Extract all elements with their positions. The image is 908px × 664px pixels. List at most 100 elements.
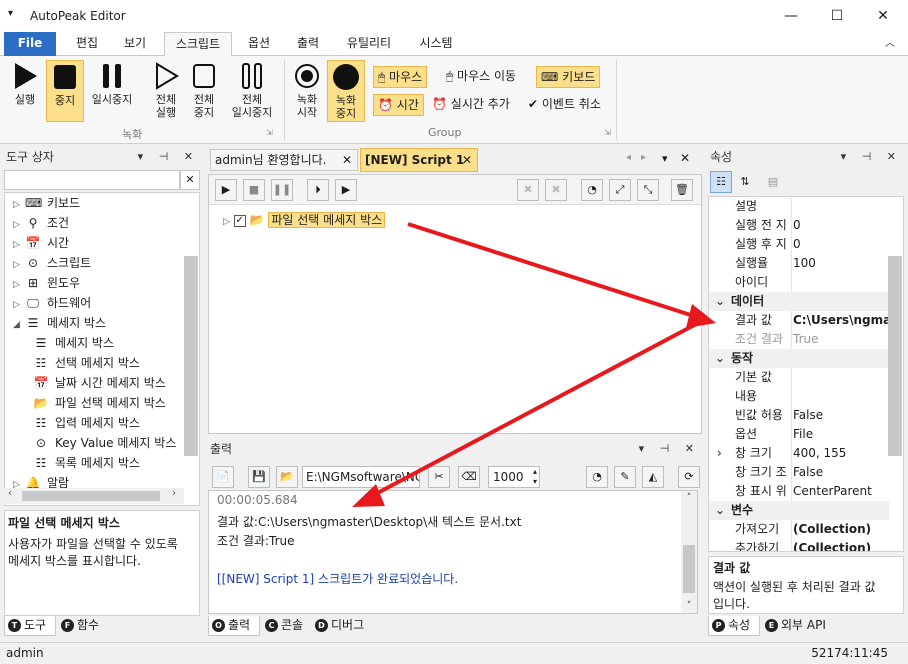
category-collapse-icon[interactable]: ⌄	[709, 292, 731, 311]
toolbox-scrollbar-thumb[interactable]	[184, 256, 198, 456]
output-open-icon[interactable]: 📂	[276, 466, 298, 488]
property-row[interactable]: 실행 후 지 0	[709, 235, 889, 254]
property-row[interactable]: 기본 값	[709, 368, 889, 387]
toolbox-item[interactable]: ▷ ⊙ 스크립트	[13, 253, 91, 273]
run-all-button[interactable]: 전체 실행	[148, 60, 184, 122]
toolbox-item[interactable]: ☷ 입력 메세지 박스	[33, 413, 140, 433]
collapse-ribbon-icon[interactable]: ︿	[880, 32, 900, 56]
property-category[interactable]: ⌄ 데이터	[709, 292, 889, 311]
toolbox-item[interactable]: ◢ ☰ 메세지 박스	[13, 313, 106, 333]
stepper-arrows-icon[interactable]: ▴ ▾	[533, 467, 537, 487]
tab-output-panel[interactable]: O 출력	[208, 616, 260, 636]
app-menu-icon[interactable]: ▾	[8, 8, 13, 19]
property-value[interactable]: 100	[793, 254, 889, 273]
keyboard-toggle[interactable]: ⌨ 키보드	[536, 66, 601, 88]
expander-icon[interactable]: ◢	[13, 315, 25, 335]
property-value[interactable]: File	[793, 425, 889, 444]
script-pause-button[interactable]: ❚❚	[271, 179, 293, 201]
script-stop-button[interactable]: ■	[243, 179, 265, 201]
tab-script[interactable]: 스크립트	[164, 32, 232, 57]
refresh-icon[interactable]: ⟳	[678, 466, 700, 488]
toolbox-item[interactable]: ▷ 📅 시간	[13, 233, 69, 253]
run-button[interactable]: 실행	[6, 60, 44, 122]
paint-brush-icon[interactable]: ✎	[614, 466, 636, 488]
search-clear-button[interactable]: ✕	[180, 170, 200, 190]
tab-output[interactable]: 출력	[287, 32, 329, 56]
toolbox-item[interactable]: 📅 날짜 시간 메세지 박스	[33, 373, 166, 393]
collapse-all-icon[interactable]: ⤡	[637, 179, 659, 201]
output-path-field[interactable]: E:\NGMsoftware\NG	[302, 466, 420, 488]
property-category[interactable]: ⌄ 동작	[709, 349, 889, 368]
property-row[interactable]: 조건 결과 True	[709, 330, 889, 349]
toolbox-item[interactable]: ☰ 메세지 박스	[33, 333, 114, 353]
property-row[interactable]: 설명	[709, 197, 889, 216]
mouse-move-toggle[interactable]: 🖱 마우스 이동	[446, 66, 516, 88]
output-new-icon[interactable]: 📄	[212, 466, 234, 488]
toolbox-hscrollbar[interactable]: ‹ ›	[4, 488, 184, 504]
tab-system[interactable]: 시스템	[410, 32, 462, 56]
category-collapse-icon[interactable]: ⌄	[709, 501, 731, 520]
expander-icon[interactable]: ▷	[13, 235, 25, 255]
time-toggle[interactable]: ⏰ 시간	[373, 94, 424, 116]
toolbox-item[interactable]: ☷ 목록 메세지 박스	[33, 453, 140, 473]
realtime-add-toggle[interactable]: ⏰ 실시간 추가	[432, 94, 510, 116]
property-row[interactable]: 옵션 File	[709, 425, 889, 444]
expander-icon[interactable]: ▷	[13, 255, 25, 275]
toolbox-item[interactable]: ⊙ Key Value 메세지 박스	[33, 433, 176, 453]
record-stop-button[interactable]: 녹화 중지	[327, 60, 365, 122]
toolbox-search-input[interactable]	[4, 170, 180, 190]
output-panel-controls[interactable]: ▾ ⊣ ✕	[639, 438, 700, 460]
property-value[interactable]: CenterParent	[793, 482, 889, 501]
tab-view[interactable]: 보기	[114, 32, 156, 56]
property-category[interactable]: ⌄ 변수	[709, 501, 889, 520]
paint-bucket-icon[interactable]: ◭	[642, 466, 664, 488]
property-row[interactable]: 실행율 100	[709, 254, 889, 273]
node-checkbox[interactable]: ✓	[233, 214, 246, 227]
property-value[interactable]: False	[793, 406, 889, 425]
eraser-icon[interactable]: ⌫	[458, 466, 480, 488]
record-start-button[interactable]: 녹화 시작	[290, 60, 324, 122]
welcome-tab-close-icon[interactable]: ✕	[342, 150, 352, 170]
toolbox-item[interactable]: ▷ 🖵 하드웨어	[13, 293, 91, 313]
property-value[interactable]: C:\Users\ngma	[793, 311, 889, 330]
property-row[interactable]: 실행 전 지 0	[709, 216, 889, 235]
tab-list-icon[interactable]: ▾	[662, 152, 668, 165]
properties-panel-controls[interactable]: ▾ ⊣ ✕	[841, 146, 902, 168]
property-value[interactable]: True	[793, 330, 889, 349]
property-value[interactable]: 400, 155	[793, 444, 889, 463]
categorized-icon[interactable]: ☷	[710, 171, 732, 193]
tab-debug[interactable]: D 디버그	[312, 616, 376, 636]
expander-icon[interactable]: ▷	[13, 295, 25, 315]
tab-file[interactable]: File	[4, 32, 56, 56]
trash-icon[interactable]: 🗑	[671, 179, 693, 201]
script-timer-button[interactable]: ◔	[581, 179, 603, 201]
tab-console[interactable]: C 콘솔	[262, 616, 314, 636]
property-value[interactable]: 0	[793, 216, 889, 235]
toolbox-item[interactable]: ▷ ⚲ 조건	[13, 213, 69, 233]
script-delete-disabled-1[interactable]: ✖	[517, 179, 539, 201]
stop-button[interactable]: 중지	[46, 60, 84, 122]
property-row[interactable]: 추가하기 (Collection)	[709, 539, 889, 551]
property-row[interactable]: 아이디	[709, 273, 889, 292]
maximize-button[interactable]: ☐	[814, 0, 860, 32]
group-launcher-icon[interactable]: ⇲	[266, 128, 273, 137]
tab-functions[interactable]: F 함수	[58, 616, 110, 636]
expand-all-icon[interactable]: ⤢	[609, 179, 631, 201]
tab-edit[interactable]: 편집	[66, 32, 108, 56]
tab-nav-arrows[interactable]: ◂▸	[626, 152, 656, 163]
stop-all-button[interactable]: 전체 중지	[186, 60, 222, 122]
event-cancel-toggle[interactable]: ✔ 이벤트 취소	[528, 94, 601, 116]
pause-all-button[interactable]: 전체 일시중지	[224, 60, 280, 122]
alphabetical-icon[interactable]: ⇅	[734, 171, 756, 193]
close-button[interactable]: ✕	[860, 0, 906, 32]
script-step-button[interactable]: ⏵	[307, 179, 329, 201]
property-row[interactable]: 내용	[709, 387, 889, 406]
property-row[interactable]: 가져오기 (Collection)	[709, 520, 889, 539]
brush-clean-icon[interactable]: ✂	[428, 466, 450, 488]
property-value[interactable]: (Collection)	[793, 520, 889, 539]
script-node[interactable]: ▷ ✓ 📂 파일 선택 메세지 박스	[223, 211, 386, 231]
toolbox-item[interactable]: ▷ ⊞ 윈도우	[13, 273, 80, 293]
output-scrollbar[interactable]: ˄ ˅	[681, 491, 697, 613]
expander-icon[interactable]: ▷	[13, 215, 25, 235]
property-expand-icon[interactable]: ›	[717, 444, 722, 463]
